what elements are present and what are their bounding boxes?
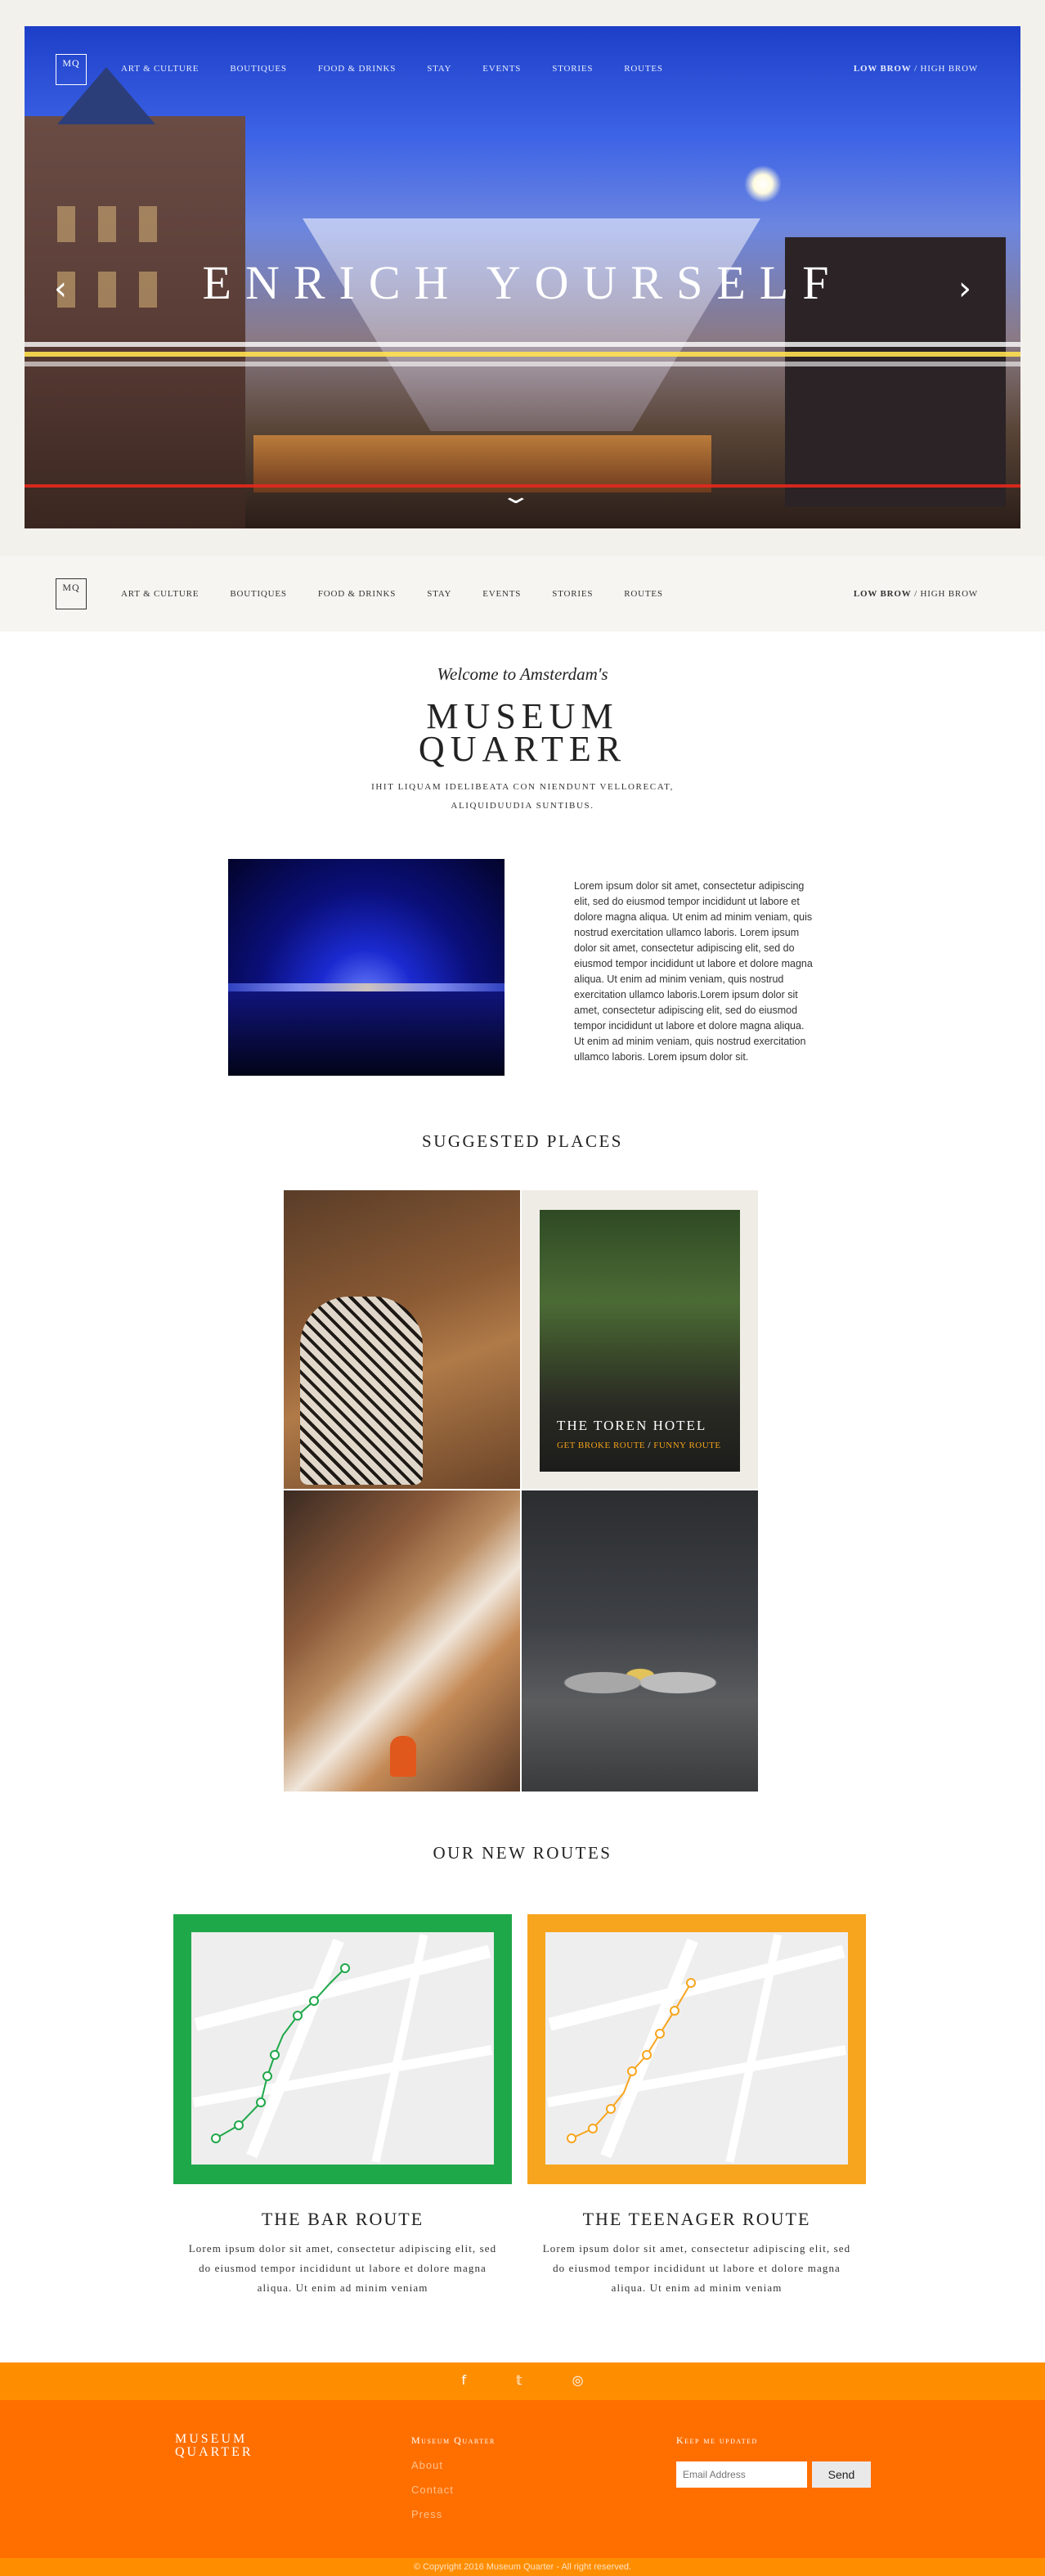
facebook-icon[interactable]: f bbox=[461, 2372, 466, 2388]
nav-item-stories[interactable]: STORIES bbox=[552, 589, 593, 599]
chevron-left-icon[interactable]: ‹ bbox=[54, 270, 67, 308]
welcome-text: Welcome to Amsterdam's bbox=[437, 664, 608, 684]
nav-menu: ART & CULTURE BOUTIQUES FOOD & DRINKS ST… bbox=[121, 589, 694, 599]
brow-separator: / bbox=[911, 64, 921, 74]
footer-links-heading: Museum Quarter bbox=[411, 2434, 496, 2446]
footer-logo[interactable]: MUSEUM QUARTER bbox=[175, 2433, 253, 2459]
nav-item-boutiques[interactable]: BOUTIQUES bbox=[230, 64, 287, 74]
twitter-icon[interactable]: 𝕥 bbox=[516, 2372, 522, 2388]
nav-item-events[interactable]: EVENTS bbox=[482, 64, 521, 74]
nav-item-food-drinks[interactable]: FOOD & DRINKS bbox=[318, 64, 396, 74]
high-brow-link[interactable]: HIGH BROW bbox=[921, 589, 978, 599]
low-brow-link[interactable]: LOW BROW bbox=[854, 64, 912, 74]
send-button[interactable]: Send bbox=[812, 2461, 871, 2488]
suggested-grid: THE TOREN HOTEL GET BROKE ROUTE / FUNNY … bbox=[284, 1190, 758, 1792]
nav-item-food-drinks[interactable]: FOOD & DRINKS bbox=[318, 589, 396, 599]
teenager-route-map bbox=[545, 1932, 848, 2165]
title-line-2: QUARTER bbox=[418, 729, 627, 769]
newsletter-heading: Keep me updated bbox=[676, 2434, 758, 2446]
place-tile-lounge[interactable] bbox=[522, 1490, 758, 1792]
bar-route-path bbox=[211, 1963, 350, 2143]
logo-text: MQ bbox=[62, 57, 80, 69]
hero-glass-canopy bbox=[303, 218, 760, 431]
logo-text: MQ bbox=[62, 582, 80, 593]
footer-link-contact[interactable]: Contact bbox=[411, 2484, 454, 2496]
brow-separator: / bbox=[911, 589, 921, 599]
email-field[interactable] bbox=[676, 2461, 807, 2488]
place-tile-cafe[interactable] bbox=[284, 1190, 520, 1489]
suggested-heading: SUGGESTED PLACES bbox=[422, 1131, 623, 1151]
chair-photo bbox=[300, 1297, 423, 1485]
nav-item-boutiques[interactable]: BOUTIQUES bbox=[230, 589, 287, 599]
bar-route-card[interactable] bbox=[173, 1914, 512, 2184]
nav-item-art-culture[interactable]: ART & CULTURE bbox=[121, 64, 199, 74]
brow-toggle: LOW BROW / HIGH BROW bbox=[854, 589, 978, 599]
chevron-right-icon[interactable]: › bbox=[958, 270, 971, 308]
place-tile-toren-hotel[interactable]: THE TOREN HOTEL GET BROKE ROUTE / FUNNY … bbox=[522, 1190, 758, 1489]
hero-building bbox=[25, 116, 245, 528]
nav-item-stay[interactable]: STAY bbox=[427, 589, 451, 599]
nav-item-routes[interactable]: ROUTES bbox=[624, 64, 663, 74]
nav-item-stay[interactable]: STAY bbox=[427, 64, 451, 74]
nav-item-events[interactable]: EVENTS bbox=[482, 589, 521, 599]
nav-item-routes[interactable]: ROUTES bbox=[624, 589, 663, 599]
footer-logo-line-1: MUSEUM bbox=[175, 2432, 248, 2446]
footer-link-about[interactable]: About bbox=[411, 2459, 443, 2471]
hero-title: ENRICH YOURSELF bbox=[202, 256, 843, 309]
hero-nav: MQ ART & CULTURE BOUTIQUES FOOD & DRINKS… bbox=[0, 33, 1045, 105]
intro-paragraph: Lorem ipsum dolor sit amet, consectetur … bbox=[574, 880, 813, 1063]
site-logo-small[interactable]: MQ bbox=[56, 578, 87, 609]
nav-item-art-culture[interactable]: ART & CULTURE bbox=[121, 589, 199, 599]
social-icons: f 𝕥 ◎ bbox=[0, 2372, 1045, 2388]
get-broke-route-link[interactable]: GET BROKE ROUTE bbox=[557, 1441, 645, 1450]
funny-route-link[interactable]: FUNNY ROUTE bbox=[653, 1441, 720, 1450]
teenager-route-description: Lorem ipsum dolor sit amet, consectetur … bbox=[542, 2242, 851, 2294]
nav-item-stories[interactable]: STORIES bbox=[552, 64, 593, 74]
bar-route-description: Lorem ipsum dolor sit amet, consectetur … bbox=[188, 2242, 497, 2294]
bar-route-title[interactable]: THE BAR ROUTE bbox=[173, 2209, 512, 2230]
copyright: © Copyright 2016 Museum Quarter - All ri… bbox=[0, 2558, 1045, 2576]
chevron-down-icon[interactable]: ⌄ bbox=[500, 484, 531, 509]
secondary-nav: MQ ART & CULTURE BOUTIQUES FOOD & DRINKS… bbox=[0, 556, 1045, 632]
person-photo bbox=[390, 1736, 416, 1777]
place-name: THE TOREN HOTEL bbox=[557, 1418, 707, 1433]
museum-quarter-title: MUSEUM QUARTER bbox=[0, 696, 1045, 769]
lounge-chairs-photo bbox=[546, 1646, 734, 1720]
high-brow-link[interactable]: HIGH BROW bbox=[921, 64, 978, 74]
brow-toggle: LOW BROW / HIGH BROW bbox=[854, 64, 978, 74]
route-separator: / bbox=[645, 1441, 654, 1450]
nav-menu: ART & CULTURE BOUTIQUES FOOD & DRINKS ST… bbox=[121, 64, 694, 74]
site-logo[interactable]: MQ bbox=[56, 54, 87, 85]
footer-link-press[interactable]: Press bbox=[411, 2508, 442, 2520]
place-tile-staircase[interactable] bbox=[284, 1490, 520, 1792]
footer: MUSEUM QUARTER Museum Quarter About Cont… bbox=[0, 2400, 1045, 2558]
footer-logo-line-2: QUARTER bbox=[175, 2445, 253, 2459]
place-route-links: GET BROKE ROUTE / FUNNY ROUTE bbox=[557, 1441, 721, 1450]
title-line-1: MUSEUM bbox=[426, 696, 619, 736]
low-brow-link[interactable]: LOW BROW bbox=[854, 589, 912, 599]
tagline: Ihit liquam idelibeata con niendunt vell… bbox=[371, 782, 674, 811]
routes-heading: OUR NEW ROUTES bbox=[433, 1843, 612, 1863]
teenager-route-title[interactable]: THE TEENAGER ROUTE bbox=[527, 2209, 866, 2230]
teenager-route-path bbox=[567, 1978, 696, 2143]
museum-night-photo bbox=[228, 859, 505, 1076]
teenager-route-card[interactable] bbox=[527, 1914, 866, 2184]
bar-route-map bbox=[191, 1932, 494, 2165]
instagram-icon[interactable]: ◎ bbox=[572, 2372, 584, 2388]
social-bar: f 𝕥 ◎ bbox=[0, 2362, 1045, 2400]
sun-glare bbox=[744, 165, 782, 203]
